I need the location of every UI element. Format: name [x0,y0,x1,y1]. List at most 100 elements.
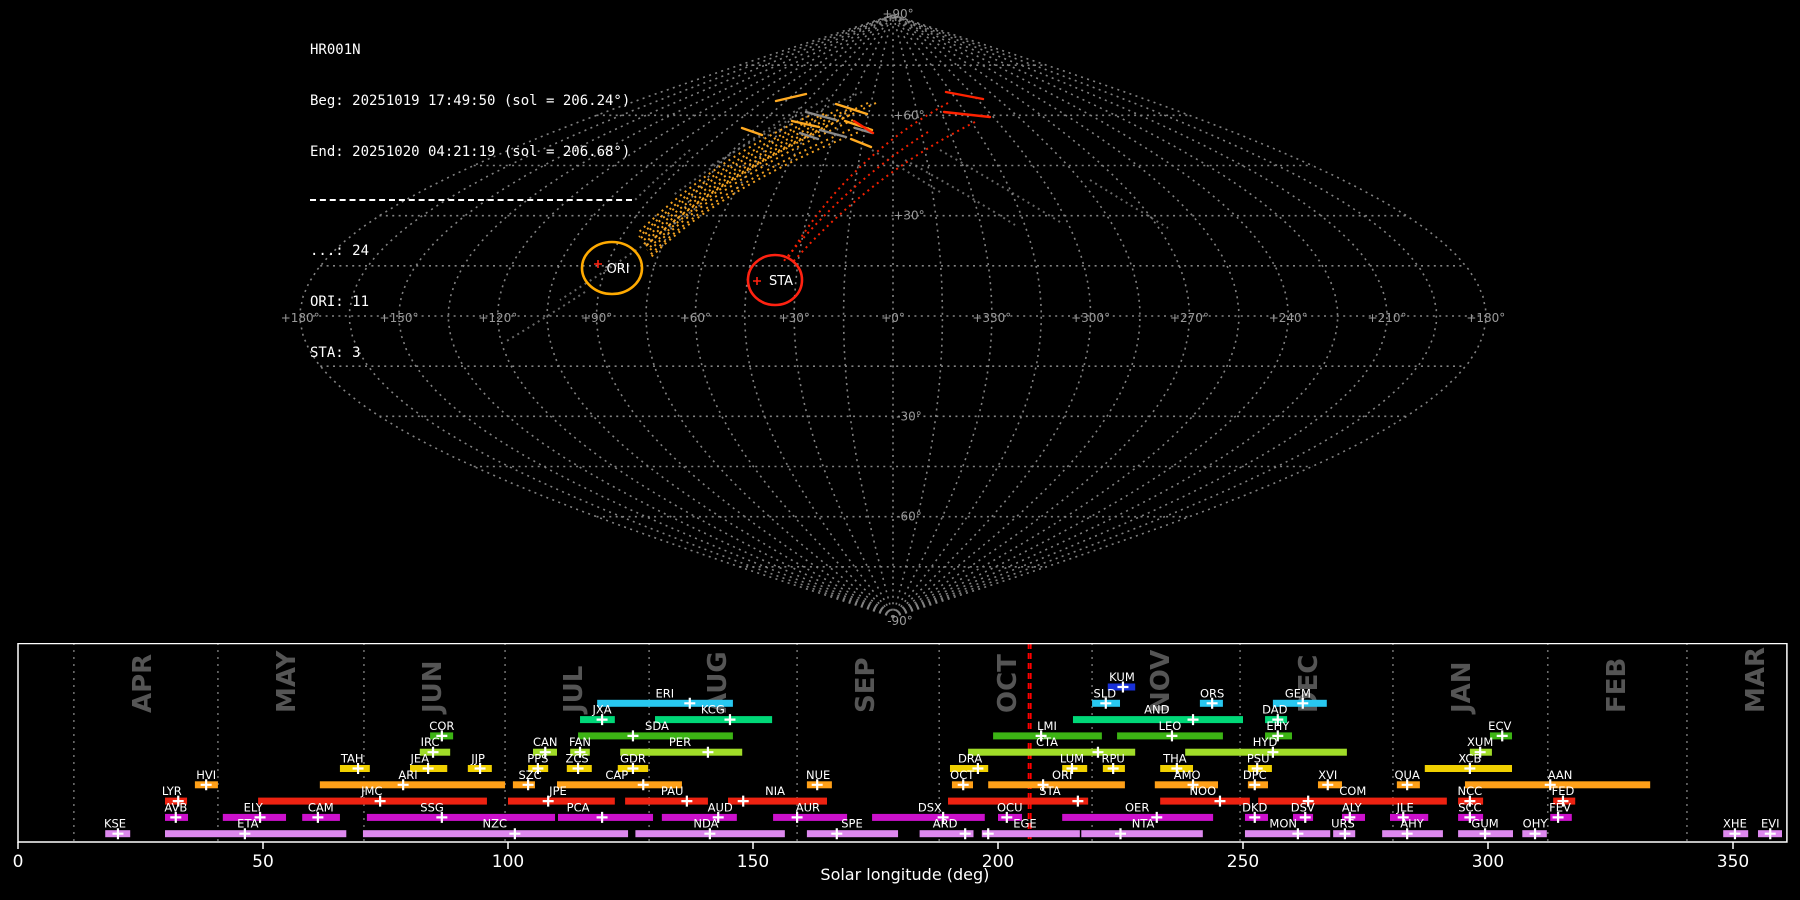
shower-label-HYD: HYD [1253,735,1278,749]
shower-label-OCU: OCU [997,800,1023,814]
count-sta: STA: 3 [310,345,361,361]
shower-label-NOO: NOO [1189,784,1216,798]
shower-label-NTA: NTA [1132,817,1155,831]
month-label-APR: APR [128,654,158,713]
shower-peak-marker-PER [702,746,714,758]
shower-label-CAM: CAM [308,800,334,814]
shower-label-ZCS: ZCS [565,752,588,766]
count-sporadic: ...: 24 [310,243,370,259]
shower-span-JPE [508,797,615,805]
lon-label: +0° [881,311,905,325]
lat-label: -90° [887,614,913,628]
shower-label-EVI: EVI [1761,817,1780,831]
trail-orange-5 [642,102,869,246]
shower-label-CAP: CAP [605,768,628,782]
shower-peak-marker-KCG [724,714,736,726]
shower-peak-marker-EGE [982,828,994,840]
shower-row-violet: KSE ETA NZC NDA SPE ARD EGE NTA MON URS AHY GUM OHY X… [104,817,1782,840]
shower-label-SSG: SSG [420,800,444,814]
shower-label-DSV: DSV [1291,800,1315,814]
trail-red-1 [791,121,976,264]
shower-label-ORI: ORI [1052,768,1072,782]
shower-label-PSU: PSU [1247,752,1270,766]
shower-label-ARD: ARD [933,817,958,831]
begin-line: Beg: 20251019 17:49:50 (sol = 206.24°) [310,93,631,109]
lon-label: +330° [972,311,1011,325]
shower-label-JXA: JXA [592,703,612,717]
shower-label-AAN: AAN [1548,768,1573,782]
shower-label-DSX: DSX [918,800,942,814]
meteor-segment-orange-5 [740,126,764,137]
shower-peak-marker-AND [1187,714,1199,726]
shower-label-AHY: AHY [1400,817,1425,831]
shower-label-CTA: CTA [1036,735,1058,749]
shower-span-JMC [258,797,487,805]
shower-span-KCG [655,716,773,724]
shower-label-NCC: NCC [1458,784,1483,798]
shower-span-DSX [872,813,985,821]
shower-label-XUM: XUM [1467,735,1493,749]
shower-span-EGE [981,830,1080,838]
shower-label-SZC: SZC [518,768,541,782]
shower-span-ETA [165,830,347,838]
shower-label-URS: URS [1331,817,1355,831]
lat-label: -30° [896,409,922,423]
shower-label-DRA: DRA [958,752,982,766]
shower-label-KCG: KCG [701,703,725,717]
shower-label-JPE: JPE [548,784,567,798]
meteor-segment-gray-1 [818,128,848,139]
x-tick-label: 50 [252,852,274,872]
shower-label-ARI: ARI [398,768,417,782]
shower-label-XHE: XHE [1723,817,1747,831]
shower-label-OHY: OHY [1523,817,1549,831]
shower-label-MON: MON [1269,817,1297,831]
shower-label-RPU: RPU [1101,752,1124,766]
month-label-MAY: MAY [272,649,302,713]
shower-label-AMO: AMO [1174,768,1201,782]
trail-gray-7 [871,149,941,193]
shower-label-COR: COR [429,719,454,733]
shower-peak-marker-PCA [596,811,608,823]
month-label-FEB: FEB [1602,658,1632,713]
activity-timeline: APR MAY JUN JUL AUG SEP OCT NOV DEC JAN FEB MARKUME… [13,643,1788,884]
month-label-JUL: JUL [559,666,589,715]
shower-label-TAH: TAH [340,752,364,766]
shower-peak-marker-SDA [627,730,639,742]
lat-label: -60° [896,510,922,524]
lon-label: +270° [1170,311,1209,325]
shower-label-DPC: DPC [1243,768,1267,782]
shower-label-JJP: JJP [470,752,485,766]
shower-label-XVI: XVI [1318,768,1337,782]
lon-label: +240° [1269,311,1308,325]
shower-label-AUD: AUD [708,800,733,814]
shower-label-NDA: NDA [693,817,718,831]
shower-label-ELY: ELY [244,800,264,814]
shower-span-MON [1244,830,1331,838]
shower-label-CAN: CAN [533,735,558,749]
shower-label-COM: COM [1339,784,1366,798]
shower-label-NZC: NZC [483,817,508,831]
sky-map: +180° +150° +120° +90° +60° +30° +0° +330° +300°… [281,7,1506,628]
shower-span-SDA [578,732,733,740]
shower-label-GEM: GEM [1285,686,1311,700]
meteor-segment-orange-0 [774,92,808,103]
month-label-MAR: MAR [1741,647,1771,713]
meteor-report-page: +180° +150° +120° +90° +60° +30° +0° +330° +300°… [0,0,1800,900]
shower-label-HVI: HVI [196,768,216,782]
trail-gray-9 [1089,179,1169,229]
meteor-segment-gray-3 [798,131,820,141]
shower-label-JEA: JEA [410,752,430,766]
shower-span-PAU [625,797,708,805]
shower-label-AVB: AVB [164,800,187,814]
x-tick-label: 150 [737,852,769,872]
shower-peak-marker-CAP [637,779,649,791]
trail-gray-6 [939,149,1061,223]
x-tick-label: 350 [1717,852,1749,872]
shower-label-JMC: JMC [360,784,382,798]
station-id: HR001N [310,42,361,58]
x-axis-title: Solar longitude (deg) [820,865,989,884]
shower-label-IRC: IRC [421,735,440,749]
shower-label-DKD: DKD [1242,800,1267,814]
end-line: End: 20251020 04:21:19 (sol = 206.68°) [310,144,631,160]
shower-label-OER: OER [1125,800,1149,814]
